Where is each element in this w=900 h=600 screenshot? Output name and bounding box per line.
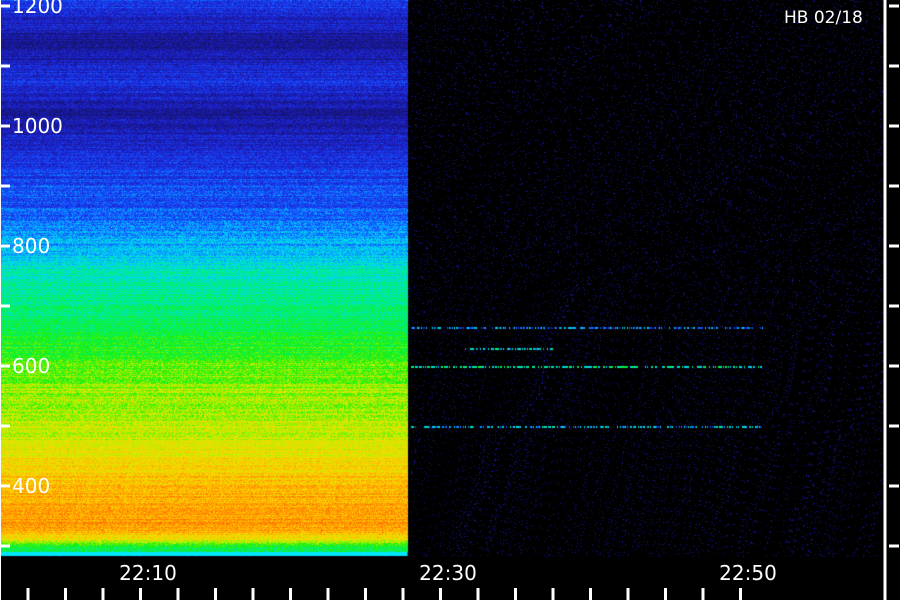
y-tick-label: 600 — [12, 354, 50, 378]
x-tick-label: 22:50 — [719, 561, 777, 585]
x-tick-label: 22:10 — [119, 561, 177, 585]
spectrogram-raster — [0, 0, 900, 600]
y-tick-label: 1000 — [12, 114, 63, 138]
y-tick-label: 800 — [12, 234, 50, 258]
spectrogram-svg: 400 600 800 1000 1200 22:10 22:30 22:50 HB 02/1… — [0, 0, 900, 600]
plot-area — [0, 0, 900, 600]
y-tick-label: 1200 — [12, 0, 63, 18]
x-tick-label: 22:30 — [419, 561, 477, 585]
y-tick-label: 400 — [12, 474, 50, 498]
station-label: HB 02/18 — [784, 8, 863, 28]
spectrogram-figure: 400 600 800 1000 1200 22:10 22:30 22:50 HB 02/1… — [0, 0, 900, 600]
